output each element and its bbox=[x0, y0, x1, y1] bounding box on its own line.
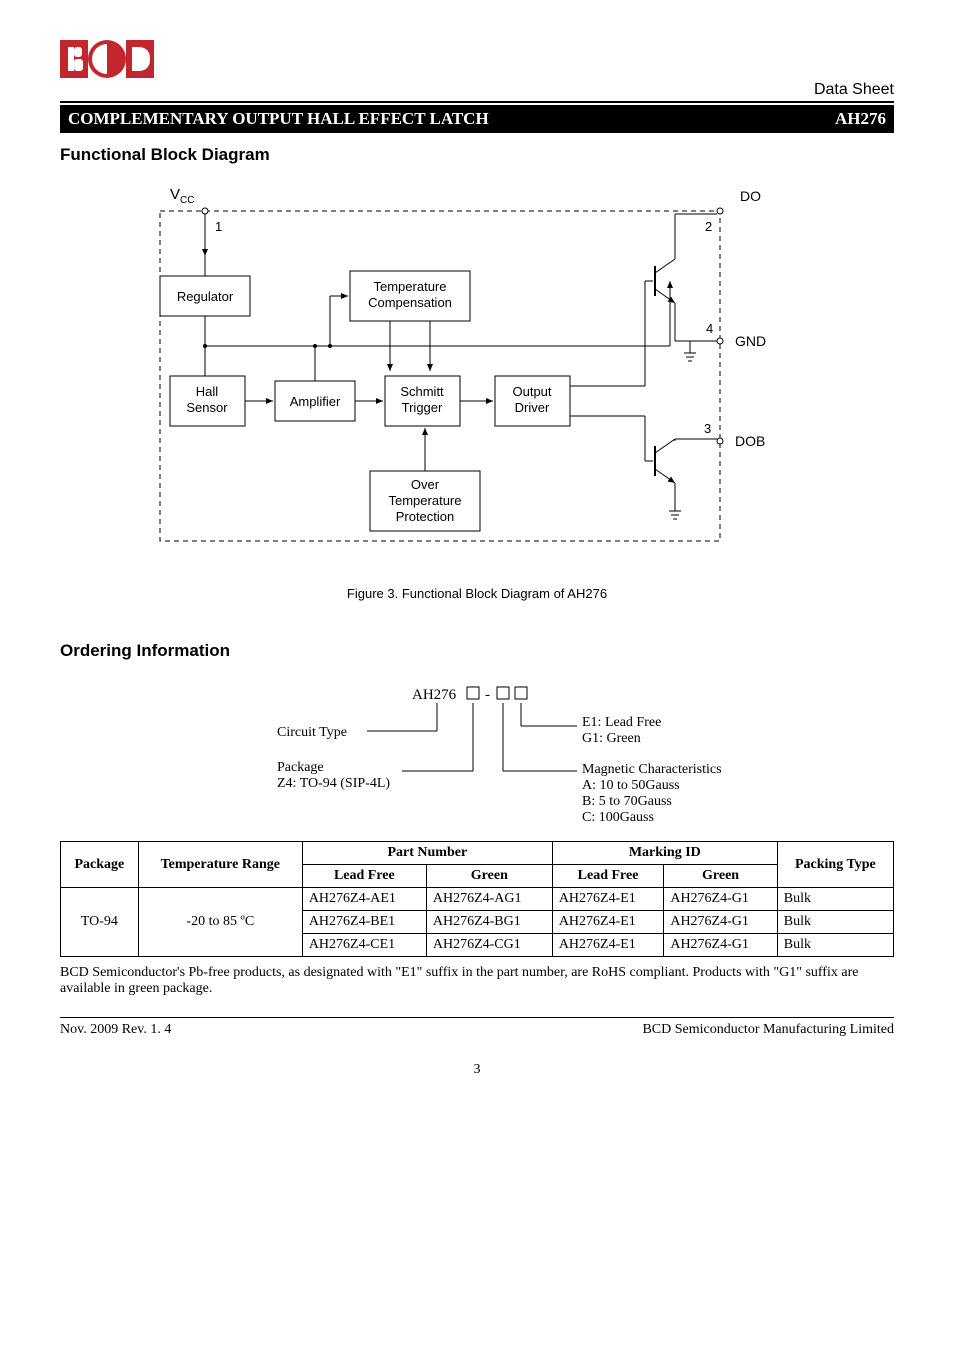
svg-text:Circuit Type: Circuit Type bbox=[277, 725, 347, 740]
svg-text:G1: Green: G1: Green bbox=[582, 731, 641, 746]
svg-text:Temperature: Temperature bbox=[374, 279, 447, 294]
svg-text:AH276: AH276 bbox=[412, 687, 457, 703]
svg-text:-: - bbox=[485, 687, 490, 703]
ordering-diagram: AH276 - Circuit Type Package Z4: TO-94 (… bbox=[167, 681, 787, 831]
svg-text:Schmitt: Schmitt bbox=[400, 384, 444, 399]
svg-text:Regulator: Regulator bbox=[177, 289, 234, 304]
svg-text:Trigger: Trigger bbox=[402, 400, 443, 415]
svg-text:E1: Lead Free: E1: Lead Free bbox=[582, 715, 661, 730]
th-pn-lf: Lead Free bbox=[302, 865, 426, 888]
page-number: 3 bbox=[60, 1062, 894, 1078]
title-bar: COMPLEMENTARY OUTPUT HALL EFFECT LATCH A… bbox=[60, 105, 894, 133]
svg-text:3: 3 bbox=[704, 421, 711, 436]
page-footer: Nov. 2009 Rev. 1. 4 BCD Semiconductor Ma… bbox=[60, 1017, 894, 1038]
svg-text:C: 100Gauss: C: 100Gauss bbox=[582, 810, 654, 825]
svg-text:Protection: Protection bbox=[396, 509, 455, 524]
svg-text:Temperature: Temperature bbox=[389, 493, 462, 508]
svg-text:Package: Package bbox=[277, 760, 324, 775]
footer-company: BCD Semiconductor Manufacturing Limited bbox=[642, 1022, 894, 1038]
svg-text:Output: Output bbox=[512, 384, 551, 399]
brand-logo bbox=[60, 40, 180, 95]
th-package: Package bbox=[61, 842, 139, 888]
svg-text:A: 10 to 50Gauss: A: 10 to 50Gauss bbox=[582, 778, 680, 793]
svg-text:Amplifier: Amplifier bbox=[290, 394, 341, 409]
th-mk-lf: Lead Free bbox=[552, 865, 664, 888]
table-row: TO-94 -20 to 85 ºC AH276Z4-AE1 AH276Z4-A… bbox=[61, 888, 894, 911]
block-diagram-heading: Functional Block Diagram bbox=[60, 145, 894, 165]
table-footnote: BCD Semiconductor's Pb-free products, as… bbox=[60, 965, 894, 997]
cell-temp: -20 to 85 ºC bbox=[138, 888, 302, 957]
svg-text:Compensation: Compensation bbox=[368, 295, 452, 310]
th-marking: Marking ID bbox=[552, 842, 777, 865]
th-partnum: Part Number bbox=[302, 842, 552, 865]
doc-title: COMPLEMENTARY OUTPUT HALL EFFECT LATCH bbox=[68, 109, 489, 129]
part-number-title: AH276 bbox=[835, 109, 886, 129]
th-packing: Packing Type bbox=[777, 842, 893, 888]
vcc-label: VCC bbox=[170, 186, 194, 206]
data-sheet-label: Data Sheet bbox=[814, 81, 894, 99]
svg-text:Hall: Hall bbox=[196, 384, 219, 399]
svg-text:Magnetic Characteristics: Magnetic Characteristics bbox=[582, 762, 722, 777]
th-mk-g: Green bbox=[664, 865, 777, 888]
svg-text:Over: Over bbox=[411, 477, 440, 492]
page-header: Data Sheet bbox=[60, 40, 894, 103]
svg-text:Driver: Driver bbox=[515, 400, 550, 415]
svg-text:4: 4 bbox=[706, 321, 713, 336]
functional-block-diagram: VCC 1 DO 2 GND 4 DOB 3 Regulator Tempera… bbox=[100, 181, 894, 566]
svg-text:1: 1 bbox=[215, 219, 222, 234]
gnd-label: GND bbox=[735, 333, 766, 349]
svg-text:Z4: TO-94 (SIP-4L): Z4: TO-94 (SIP-4L) bbox=[277, 776, 390, 791]
svg-text:2: 2 bbox=[705, 219, 712, 234]
footer-rev: Nov. 2009 Rev. 1. 4 bbox=[60, 1022, 171, 1038]
ordering-heading: Ordering Information bbox=[60, 641, 894, 661]
cell-package: TO-94 bbox=[61, 888, 139, 957]
do-label: DO bbox=[740, 188, 761, 204]
figure-caption: Figure 3. Functional Block Diagram of AH… bbox=[60, 586, 894, 601]
svg-text:Sensor: Sensor bbox=[186, 400, 228, 415]
th-pn-g: Green bbox=[426, 865, 552, 888]
ordering-table: Package Temperature Range Part Number Ma… bbox=[60, 841, 894, 957]
dob-label: DOB bbox=[735, 433, 765, 449]
th-temp: Temperature Range bbox=[138, 842, 302, 888]
svg-text:B: 5 to 70Gauss: B: 5 to 70Gauss bbox=[582, 794, 672, 809]
